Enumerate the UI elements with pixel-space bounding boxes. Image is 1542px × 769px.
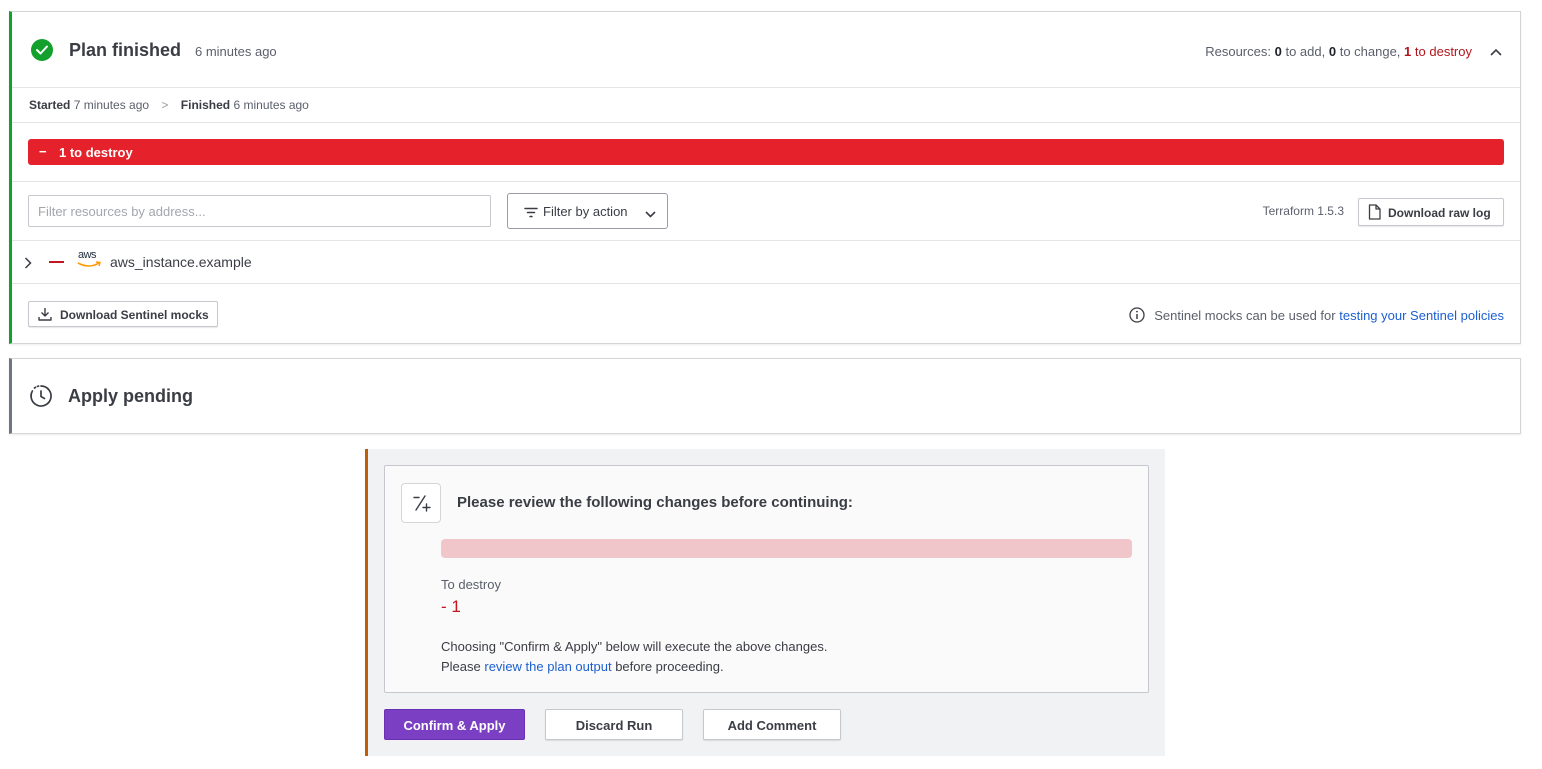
apply-card[interactable]: Apply pending xyxy=(9,358,1521,434)
finished-label: Finished xyxy=(180,98,231,112)
discard-run-button[interactable]: Discard Run xyxy=(545,709,683,740)
chevron-down-icon xyxy=(645,206,656,221)
plan-header[interactable]: Plan finished 6 minutes ago Resources: 0… xyxy=(12,12,1520,88)
resources-summary: Resources: 0 to add, 0 to change, 1 to d… xyxy=(1205,44,1472,59)
download-icon xyxy=(38,307,52,324)
clock-pending-icon xyxy=(29,384,53,413)
destroy-bar-label: 1 to destroy xyxy=(59,145,133,160)
filter-row: Filter by action Terraform 1.5.3 Downloa… xyxy=(12,182,1520,241)
sentinel-policies-link[interactable]: testing your Sentinel policies xyxy=(1339,308,1504,323)
plan-time-ago: 6 minutes ago xyxy=(195,44,277,59)
destroy-summary-row: − 1 to destroy xyxy=(12,123,1520,182)
finished-value: 6 minutes ago xyxy=(233,98,309,112)
confirm-apply-button[interactable]: Confirm & Apply xyxy=(384,709,525,740)
download-raw-log-button[interactable]: Download raw log xyxy=(1358,198,1504,226)
minus-icon: − xyxy=(39,144,47,159)
filter-by-action-label: Filter by action xyxy=(543,204,628,219)
sentinel-note: Sentinel mocks can be used for testing y… xyxy=(1128,307,1504,326)
download-raw-log-label: Download raw log xyxy=(1388,206,1491,220)
destroy-label: to destroy xyxy=(1414,44,1472,59)
diff-icon xyxy=(401,483,441,523)
add-comment-button[interactable]: Add Comment xyxy=(703,709,841,740)
review-instruction-suffix: before proceeding. xyxy=(615,659,724,674)
meta-separator: > xyxy=(161,98,169,112)
review-title: Please review the following changes befo… xyxy=(457,494,853,511)
apply-title: Apply pending xyxy=(68,386,193,406)
filter-icon xyxy=(524,206,538,221)
download-sentinel-mocks-label: Download Sentinel mocks xyxy=(60,308,209,322)
aws-logo-icon: aws xyxy=(77,249,103,269)
review-instruction-prefix: Please xyxy=(441,659,481,674)
file-icon xyxy=(1368,204,1381,223)
check-circle-icon xyxy=(31,39,53,61)
add-label: to add, xyxy=(1285,44,1326,59)
destroy-count: 1 xyxy=(1404,44,1412,59)
plan-title: Plan finished xyxy=(69,40,182,60)
download-sentinel-mocks-button[interactable]: Download Sentinel mocks xyxy=(28,301,218,327)
review-explanation: Choosing "Confirm & Apply" below will ex… xyxy=(441,639,828,654)
destroy-proportion-bar xyxy=(441,539,1132,558)
resources-prefix: Resources: xyxy=(1205,44,1271,59)
add-count: 0 xyxy=(1274,44,1282,59)
chevron-up-icon[interactable] xyxy=(1490,43,1502,61)
review-plan-output-link[interactable]: review the plan output xyxy=(484,659,611,674)
review-panel: Please review the following changes befo… xyxy=(365,449,1165,756)
plan-card: Plan finished 6 minutes ago Resources: 0… xyxy=(9,11,1521,344)
destroy-action-icon xyxy=(49,261,64,263)
terraform-version: Terraform 1.5.3 xyxy=(1262,204,1344,218)
started-value: 7 minutes ago xyxy=(73,98,150,112)
info-icon xyxy=(1128,307,1145,326)
started-label: Started xyxy=(29,98,71,112)
review-instruction: Please review the plan output before pro… xyxy=(441,659,724,674)
plan-meta: Started 7 minutes ago > Finished 6 minut… xyxy=(12,88,1520,123)
resource-address: aws_instance.example xyxy=(110,254,252,270)
to-destroy-label: To destroy xyxy=(441,577,501,592)
sentinel-note-text: Sentinel mocks can be used for xyxy=(1154,308,1336,323)
aws-logo-text: aws xyxy=(78,249,97,261)
sentinel-row: Download Sentinel mocks Sentinel mocks c… xyxy=(12,284,1520,343)
filter-resources-input[interactable] xyxy=(28,195,491,227)
to-destroy-value: - 1 xyxy=(441,597,461,616)
review-box: Please review the following changes befo… xyxy=(384,465,1149,693)
destroy-bar[interactable]: − 1 to destroy xyxy=(28,139,1504,165)
chevron-right-icon[interactable] xyxy=(24,256,32,274)
change-count: 0 xyxy=(1328,44,1337,59)
change-label: to change, xyxy=(1339,44,1401,59)
filter-by-action-button[interactable]: Filter by action xyxy=(507,193,668,229)
resource-row[interactable]: aws aws_instance.example xyxy=(12,241,1520,284)
